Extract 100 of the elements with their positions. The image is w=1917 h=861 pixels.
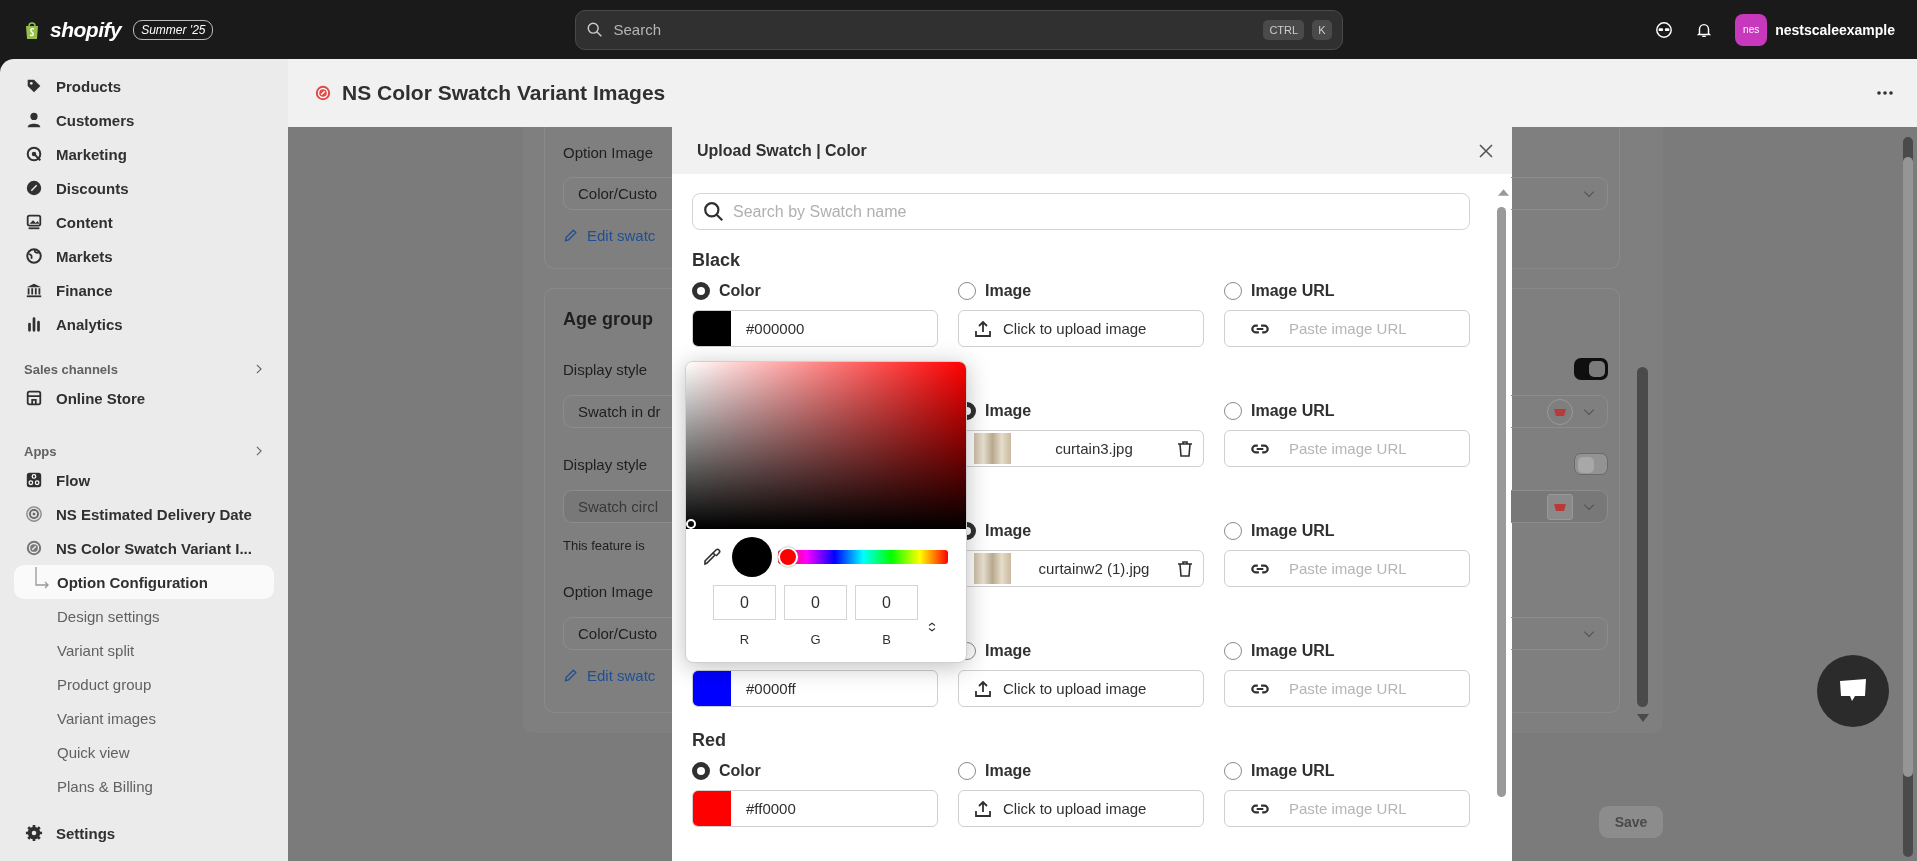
target-ring-icon: [25, 505, 43, 523]
search-field[interactable]: Search CTRL K: [574, 9, 1343, 50]
swatch-name: Black: [692, 249, 741, 271]
nav-subitem[interactable]: Variant split: [14, 633, 274, 667]
url-field[interactable]: Paste image URL: [1224, 670, 1470, 707]
edition-badge: Summer '25: [133, 19, 214, 40]
channel-input[interactable]: 0: [713, 585, 776, 620]
upload-icon: [973, 798, 993, 819]
color-field[interactable]: #000000: [692, 310, 938, 347]
radio-button[interactable]: [1224, 282, 1242, 300]
scroll-down-icon: [1636, 713, 1650, 723]
nav-item[interactable]: Flow: [14, 463, 274, 497]
trash-icon[interactable]: [1177, 439, 1193, 458]
upload-button[interactable]: Click to upload image: [958, 310, 1204, 347]
option-label: Image URL: [1251, 522, 1335, 540]
channel-input[interactable]: 0: [784, 585, 847, 620]
photo-placeholder: [974, 433, 1011, 464]
scrollbar-thumb[interactable]: [1497, 207, 1506, 797]
nav-item[interactable]: Finance: [14, 273, 274, 307]
saturation-area[interactable]: [686, 362, 966, 529]
target-icon: [25, 145, 43, 163]
section-heading: Apps: [24, 443, 57, 459]
nav-subitem[interactable]: Product group: [14, 667, 274, 701]
url-input[interactable]: Paste image URL: [1287, 679, 1441, 698]
channel-input[interactable]: 0: [855, 585, 918, 620]
tag-icon: [25, 77, 43, 95]
nav-item[interactable]: Products: [14, 69, 274, 103]
nav-item[interactable]: Markets: [14, 239, 274, 273]
store-avatar[interactable]: nes: [1735, 13, 1768, 46]
option-label: Image URL: [1251, 282, 1335, 300]
select-field-end[interactable]: [1511, 617, 1608, 650]
radio-button[interactable]: [692, 282, 710, 300]
pencil-icon: [563, 227, 579, 243]
radio-button[interactable]: [1224, 402, 1242, 420]
scrollbar-thumb[interactable]: [1637, 367, 1648, 707]
toggle-switch[interactable]: [1574, 453, 1608, 475]
color-field[interactable]: #ff0000: [692, 790, 938, 827]
nav-item[interactable]: Customers: [14, 103, 274, 137]
option-label: Image URL: [1251, 762, 1335, 780]
option-label: Image: [985, 762, 1032, 780]
nav-item[interactable]: Analytics: [14, 307, 274, 341]
picker-handle[interactable]: [686, 519, 696, 529]
nav-subitem[interactable]: Variant images: [14, 701, 274, 735]
nav-subitem[interactable]: Plans & Billing: [14, 769, 274, 803]
nav-item[interactable]: Discounts: [14, 171, 274, 205]
toggle-switch[interactable]: [1574, 358, 1608, 380]
nav-item[interactable]: Content: [14, 205, 274, 239]
nav-subitem[interactable]: Quick view: [14, 735, 274, 769]
option-label: Image URL: [1251, 402, 1335, 420]
nav-item[interactable]: NS Color Swatch Variant I...: [14, 531, 274, 565]
upload-button[interactable]: Click to upload image: [958, 670, 1204, 707]
page-title: NS Color Swatch Variant Images: [342, 81, 667, 105]
compass-icon: [25, 539, 43, 557]
search-input[interactable]: Search: [611, 20, 1256, 39]
store-name[interactable]: nestscaleexample: [1775, 21, 1895, 38]
hue-slider[interactable]: [778, 547, 948, 567]
globe-icon: [25, 247, 43, 265]
gear-icon: [25, 824, 43, 842]
url-input[interactable]: Paste image URL: [1287, 799, 1441, 818]
select-field-end[interactable]: [1511, 395, 1608, 428]
url-input[interactable]: Paste image URL: [1287, 439, 1441, 458]
field-label: Option Image: [563, 143, 654, 161]
url-field[interactable]: Paste image URL: [1224, 430, 1470, 467]
radio-button[interactable]: [958, 282, 976, 300]
color-field[interactable]: #0000ff: [692, 670, 938, 707]
hue-thumb[interactable]: [778, 547, 798, 567]
close-icon[interactable]: [1478, 142, 1494, 159]
card-title: Age group: [563, 309, 653, 329]
radio-button[interactable]: [1224, 762, 1242, 780]
search-field[interactable]: Search by Swatch name: [692, 193, 1470, 230]
radio-button[interactable]: [692, 762, 710, 780]
nav-item[interactable]: Marketing: [14, 137, 274, 171]
nav-subitem[interactable]: Option Configuration: [14, 565, 274, 599]
url-field[interactable]: Paste image URL: [1224, 310, 1470, 347]
radio-button[interactable]: [1224, 522, 1242, 540]
app-logo-icon: [314, 84, 332, 102]
select-field-end[interactable]: [1511, 177, 1608, 210]
logo-text[interactable]: shopify: [50, 17, 122, 42]
url-input[interactable]: Paste image URL: [1287, 319, 1441, 338]
url-field[interactable]: Paste image URL: [1224, 550, 1470, 587]
upload-button[interactable]: Click to upload image: [958, 790, 1204, 827]
swatch-thumbnail: [1547, 493, 1573, 520]
url-field[interactable]: Paste image URL: [1224, 790, 1470, 827]
nav-item[interactable]: Settings: [14, 816, 274, 850]
page-scrollbar[interactable]: [1903, 137, 1913, 857]
nav-item[interactable]: NS Estimated Delivery Date: [14, 497, 274, 531]
field-label: Display style: [563, 360, 648, 378]
section-heading: Sales channels: [24, 361, 118, 377]
help-text: This feature is: [563, 537, 645, 553]
radio-button[interactable]: [1224, 642, 1242, 660]
radio-button[interactable]: [958, 762, 976, 780]
trash-icon[interactable]: [1177, 559, 1193, 578]
search-icon: [585, 20, 604, 39]
select-field-end[interactable]: [1511, 490, 1608, 523]
url-input[interactable]: Paste image URL: [1287, 559, 1441, 578]
option-label: Color: [719, 762, 761, 780]
nav-subitem[interactable]: Design settings: [14, 599, 274, 633]
nav-item[interactable]: Online Store: [14, 381, 274, 415]
option-label: Image: [985, 642, 1032, 660]
scroll-up-icon: [1497, 187, 1510, 197]
